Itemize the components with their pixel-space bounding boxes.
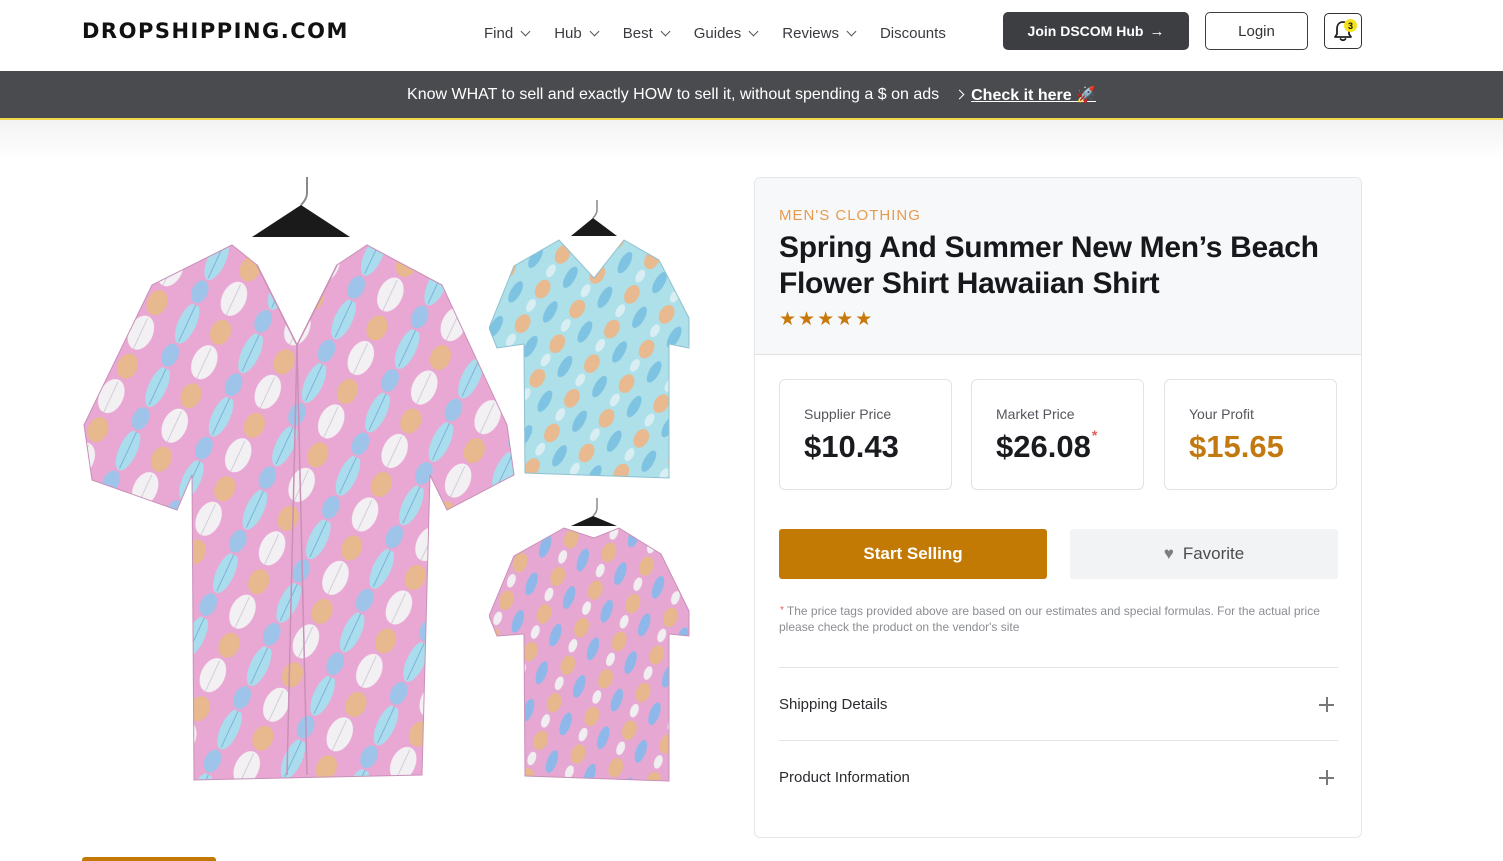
- join-hub-label: Join DSCOM Hub: [1027, 23, 1144, 39]
- rating-stars: ★ ★ ★ ★ ★: [779, 310, 872, 330]
- market-price-label: Market Price: [996, 406, 1075, 422]
- product-main-image[interactable]: [82, 175, 517, 787]
- nav-item-reviews[interactable]: Reviews: [782, 24, 857, 42]
- login-button[interactable]: Login: [1205, 12, 1308, 50]
- nav-item-label: Find: [484, 24, 514, 42]
- arrow-right-icon: →: [1149, 22, 1165, 40]
- market-price-box: Market Price $26.08*: [971, 379, 1144, 490]
- supplier-price-label: Supplier Price: [804, 406, 892, 422]
- nav-item-label: Best: [622, 24, 653, 42]
- announcement-link[interactable]: Check it here 🚀: [971, 85, 1096, 105]
- nav-item-label: Hub: [554, 24, 582, 42]
- disclaimer-asterisk: *: [780, 605, 784, 616]
- product-category[interactable]: MEN'S CLOTHING: [779, 207, 921, 224]
- supplier-price-box: Supplier Price $10.43: [779, 379, 952, 490]
- supplier-price-value: $10.43: [804, 429, 899, 464]
- chevron-down-icon: [748, 26, 759, 36]
- accordion-label: Shipping Details: [779, 696, 888, 713]
- product-card: MEN'S CLOTHING Spring And Summer New Men…: [754, 177, 1362, 838]
- nav-item-guides[interactable]: Guides: [693, 24, 759, 42]
- nav-item-discounts[interactable]: Discounts: [880, 24, 946, 42]
- nav-item-find[interactable]: Find: [484, 24, 531, 42]
- nav-item-best[interactable]: Best: [622, 24, 671, 42]
- nav-item-label: Guides: [693, 24, 742, 42]
- product-thumbnail-pink[interactable]: [489, 496, 690, 786]
- announcement-bar: Know WHAT to sell and exactly HOW to sel…: [0, 71, 1503, 120]
- profit-label: Your Profit: [1189, 406, 1254, 422]
- profit-value: $15.65: [1189, 429, 1284, 464]
- chevron-down-icon: [660, 26, 671, 36]
- main-nav: Find Hub Best Guides Reviews Discounts: [484, 24, 971, 42]
- join-hub-button[interactable]: Join DSCOM Hub →: [1003, 12, 1189, 50]
- market-price-value: $26.08: [996, 429, 1091, 464]
- favorite-label: Favorite: [1182, 544, 1245, 563]
- chevron-right-icon: [954, 89, 965, 100]
- site-logo[interactable]: DROPSHIPPING.COM: [82, 19, 349, 43]
- product-title: Spring And Summer New Men’s Beach Flower…: [779, 231, 1319, 300]
- market-price-asterisk: *: [1091, 427, 1098, 443]
- product-information-accordion[interactable]: Product Information: [779, 740, 1338, 813]
- site-header: DROPSHIPPING.COM Find Hub Best Guides Re…: [0, 0, 1503, 71]
- nav-item-hub[interactable]: Hub: [554, 24, 600, 42]
- star-icon: ★: [855, 309, 873, 330]
- plus-icon[interactable]: [1319, 770, 1334, 785]
- section-tab-stub: [82, 857, 216, 861]
- nav-item-label: Reviews: [782, 24, 839, 42]
- chevron-down-icon: [846, 26, 857, 36]
- favorite-button[interactable]: ♥ Favorite: [1070, 529, 1338, 579]
- start-selling-button[interactable]: Start Selling: [779, 529, 1047, 579]
- profit-box: Your Profit $15.65: [1164, 379, 1337, 490]
- notification-count-badge: 3: [1344, 19, 1357, 32]
- chevron-down-icon: [589, 26, 600, 36]
- star-icon: ★: [817, 309, 835, 330]
- product-thumbnail-blue[interactable]: [489, 198, 690, 488]
- star-icon: ★: [836, 309, 854, 330]
- header-shadow: [0, 120, 1503, 160]
- market-price: $26.08*: [996, 427, 1098, 465]
- product-header: MEN'S CLOTHING Spring And Summer New Men…: [755, 178, 1361, 355]
- announcement-text: Know WHAT to sell and exactly HOW to sel…: [407, 85, 940, 103]
- star-icon: ★: [798, 309, 816, 330]
- plus-icon[interactable]: [1319, 697, 1334, 712]
- chevron-down-icon: [520, 26, 531, 36]
- price-disclaimer: * The price tags provided above are based…: [779, 603, 1339, 635]
- disclaimer-text: The price tags provided above are based …: [779, 604, 1320, 634]
- shipping-details-accordion[interactable]: Shipping Details: [779, 667, 1338, 740]
- accordion-label: Product Information: [779, 769, 910, 786]
- notifications-button[interactable]: 3: [1324, 13, 1362, 49]
- star-icon: ★: [779, 309, 797, 330]
- heart-icon: ♥: [1163, 544, 1174, 563]
- nav-item-label: Discounts: [879, 24, 946, 42]
